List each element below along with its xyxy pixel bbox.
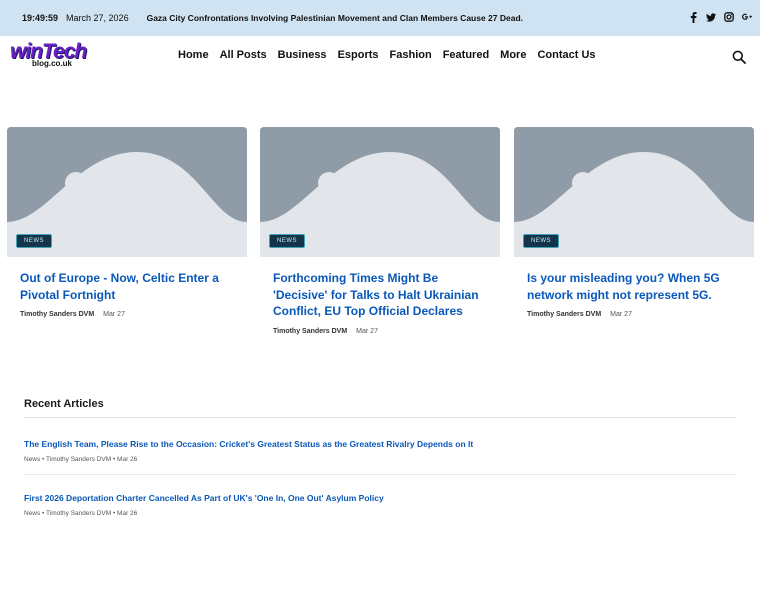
google-plus-icon[interactable] xyxy=(742,10,752,24)
post-meta: Timothy Sanders DVM Mar 27 xyxy=(527,311,741,318)
post-card[interactable]: NEWS Forthcoming Times Might Be 'Decisiv… xyxy=(260,127,500,335)
instagram-icon[interactable] xyxy=(724,10,734,24)
recent-articles-heading: Recent Articles xyxy=(24,398,104,410)
twitter-icon[interactable] xyxy=(706,10,716,24)
nav-item-home[interactable]: Home xyxy=(178,49,209,61)
post-author[interactable]: Timothy Sanders DVM xyxy=(20,311,94,318)
site-header: winTech blog.co.uk Home All Posts Busine… xyxy=(0,36,760,78)
image-placeholder[interactable]: NEWS xyxy=(7,127,247,257)
nav-item-featured[interactable]: Featured xyxy=(443,49,489,61)
nav-item-fashion[interactable]: Fashion xyxy=(390,49,432,61)
nav-item-more[interactable]: More xyxy=(500,49,526,61)
image-placeholder[interactable]: NEWS xyxy=(514,127,754,257)
post-title[interactable]: Is your misleading you? When 5G network … xyxy=(527,270,741,303)
post-card[interactable]: NEWS Out of Europe - Now, Celtic Enter a… xyxy=(7,127,247,318)
nav-item-contact-us[interactable]: Contact Us xyxy=(537,49,595,61)
ticker-headline[interactable]: Gaza City Confrontations Involving Pales… xyxy=(147,13,523,23)
current-date: March 27, 2026 xyxy=(66,13,129,23)
list-item: First 2026 Deportation Charter Cancelled… xyxy=(24,493,736,517)
search-icon[interactable] xyxy=(732,50,746,64)
category-badge[interactable]: NEWS xyxy=(269,234,305,248)
post-title[interactable]: Out of Europe - Now, Celtic Enter a Pivo… xyxy=(20,270,234,303)
list-item: The English Team, Please Rise to the Occ… xyxy=(24,439,736,463)
post-meta: Timothy Sanders DVM Mar 27 xyxy=(273,328,487,335)
main-nav: Home All Posts Business Esports Fashion … xyxy=(178,49,607,61)
post-title[interactable]: Forthcoming Times Might Be 'Decisive' fo… xyxy=(273,270,487,320)
post-date: Mar 27 xyxy=(610,311,632,318)
nav-item-esports[interactable]: Esports xyxy=(338,49,379,61)
recent-article-meta: News • Timothy Sanders DVM • Mar 26 xyxy=(24,456,138,463)
list-divider xyxy=(24,474,736,475)
section-divider xyxy=(24,417,736,418)
facebook-icon[interactable] xyxy=(688,10,698,24)
clock-time: 19:49:59 xyxy=(22,13,59,23)
post-author[interactable]: Timothy Sanders DVM xyxy=(273,328,347,335)
post-date: Mar 27 xyxy=(103,311,125,318)
nav-item-all-posts[interactable]: All Posts xyxy=(220,49,267,61)
image-placeholder[interactable]: NEWS xyxy=(260,127,500,257)
post-author[interactable]: Timothy Sanders DVM xyxy=(527,311,601,318)
recent-article-title[interactable]: The English Team, Please Rise to the Occ… xyxy=(24,439,736,449)
recent-article-meta: News • Timothy Sanders DVM • Mar 26 xyxy=(24,510,138,517)
post-meta: Timothy Sanders DVM Mar 27 xyxy=(20,311,234,318)
recent-article-title[interactable]: First 2026 Deportation Charter Cancelled… xyxy=(24,493,736,503)
site-logo[interactable]: winTech blog.co.uk xyxy=(10,41,88,73)
social-links xyxy=(688,10,752,24)
category-badge[interactable]: NEWS xyxy=(523,234,559,248)
category-badge[interactable]: NEWS xyxy=(16,234,52,248)
logo-domain: blog.co.uk xyxy=(32,59,72,68)
top-bar: 19:49:59 March 27, 2026 Gaza City Confro… xyxy=(0,0,760,36)
post-card[interactable]: NEWS Is your misleading you? When 5G net… xyxy=(514,127,754,318)
nav-item-business[interactable]: Business xyxy=(278,49,327,61)
post-date: Mar 27 xyxy=(356,327,378,335)
